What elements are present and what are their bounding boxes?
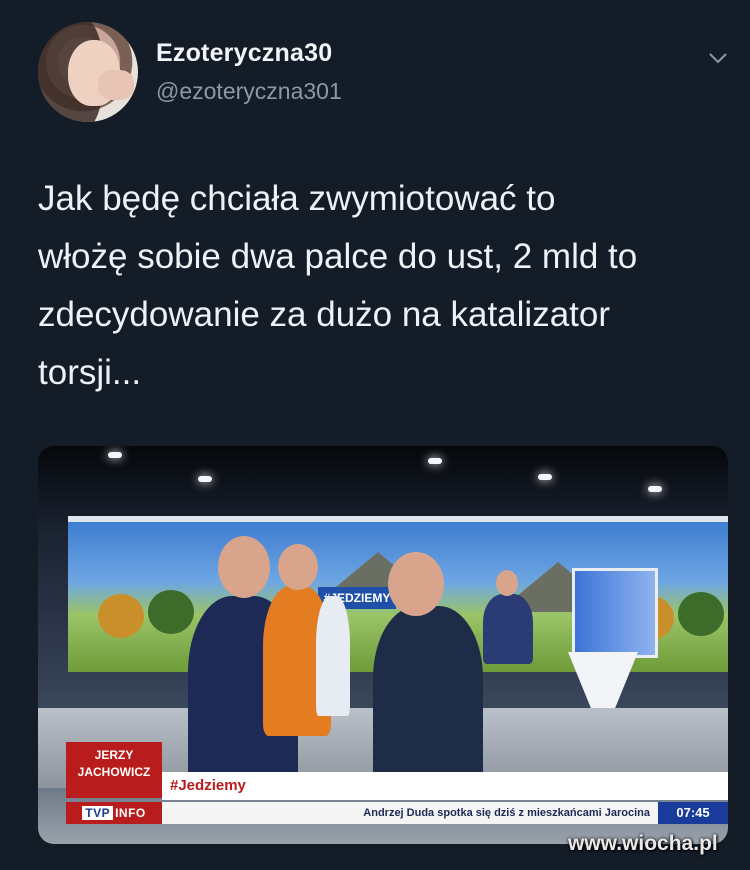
tvp-logo-text: TVP (82, 806, 114, 820)
tweet-card: Ezoteryczna30 @ezoteryczna301 Jak będę c… (0, 0, 750, 870)
lower-third-lastname: JACHOWICZ (77, 765, 151, 779)
studio-light (538, 474, 552, 480)
tweet-media-image[interactable]: #JEDZIEMY JERZY JACHOWICZ #Jedziemy TVP I… (38, 446, 728, 844)
tree (678, 592, 724, 636)
info-logo-text: INFO (115, 806, 146, 820)
avatar[interactable] (38, 22, 138, 122)
person-head (278, 544, 318, 590)
lower-third-title: #Jedziemy (162, 772, 728, 800)
studio-light (428, 458, 442, 464)
news-ticker: Andrzej Duda spotka się dziś z mieszkańc… (162, 802, 658, 824)
studio-light (198, 476, 212, 482)
display-name[interactable]: Ezoteryczna30 (156, 39, 332, 68)
tvp-info-logo: TVP INFO (66, 802, 162, 824)
tree (98, 594, 144, 638)
person-background (316, 596, 350, 716)
studio-podium (572, 568, 658, 658)
person-guest-right (373, 606, 483, 786)
person-head (388, 552, 444, 616)
broadcast-clock: 07:45 (658, 802, 728, 824)
tweet-text: Jak będę chciała zwymiotować to włożę so… (38, 179, 638, 392)
watermark: www.wiocha.pl (568, 832, 718, 855)
studio-podium-base (568, 652, 638, 712)
lower-third-name: JERZY JACHOWICZ (66, 742, 162, 798)
user-handle[interactable]: @ezoteryczna301 (156, 78, 342, 105)
person-host (483, 594, 533, 664)
avatar-hand (98, 70, 134, 100)
lower-third-firstname: JERZY (94, 748, 134, 762)
studio-light (648, 486, 662, 492)
person-head (496, 570, 518, 596)
studio-light (108, 452, 122, 458)
person-head (218, 536, 270, 598)
chevron-down-icon[interactable] (706, 48, 730, 68)
tree (148, 590, 194, 634)
